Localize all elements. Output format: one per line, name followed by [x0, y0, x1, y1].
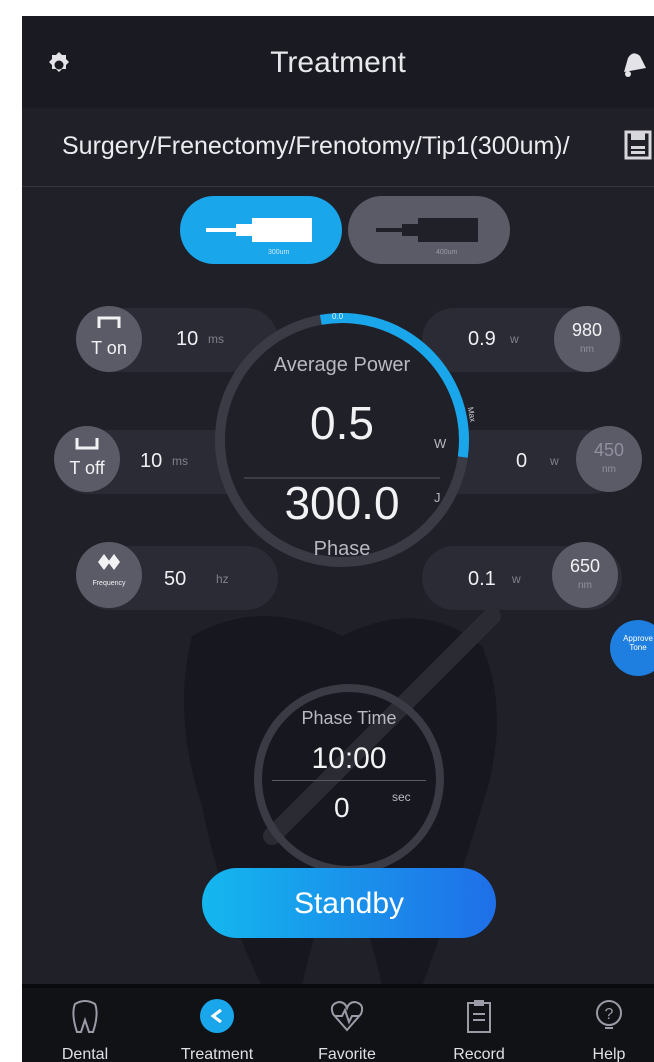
nav-label-treatment: Treatment — [180, 1046, 254, 1062]
t-off-label: T off — [69, 458, 105, 478]
app-screen: Treatment Surgery/Frenectomy/Frenotomy/T… — [22, 16, 654, 1062]
phase-time-value: 10:00 — [311, 742, 387, 775]
nav-label-dental: Dental — [61, 1046, 109, 1062]
tip-size-label: 400um — [436, 249, 458, 256]
w980-label: 980 — [571, 320, 603, 340]
t-off-value: 10 — [140, 450, 163, 472]
heart-icon — [330, 1000, 364, 1032]
nav-item-treatment[interactable]: Treatment — [162, 988, 272, 1062]
laser-tip-icon — [206, 218, 312, 242]
bell-icon[interactable] — [618, 48, 648, 80]
gauge-start-marker: 0.0 — [332, 312, 344, 321]
standby-button[interactable]: Standby — [202, 868, 496, 938]
gauge-title: Average Power — [273, 354, 411, 376]
w980-unit: w — [510, 332, 519, 346]
w450-label: 450 — [593, 440, 625, 460]
w650-label: 650 — [569, 556, 601, 576]
nav-item-favorite[interactable]: Favorite — [292, 988, 402, 1062]
nav-label-record: Record — [453, 1046, 505, 1062]
w450-value: 0 — [516, 450, 528, 472]
tooth-icon — [72, 1000, 98, 1033]
phase-seconds-unit: sec — [392, 790, 411, 804]
top-bar: Treatment — [22, 16, 654, 108]
phase-time-title: Phase Time — [301, 708, 397, 728]
t-on-value: 10 — [176, 328, 199, 350]
t-off-unit: ms — [172, 454, 188, 468]
frequency-icon — [98, 554, 120, 570]
approve-tone-label-1: Approve — [623, 634, 653, 643]
wavelength-980-button[interactable]: 980 nm — [554, 306, 620, 372]
pulse-off-icon — [75, 438, 99, 450]
nav-label-help: Help — [592, 1046, 626, 1062]
power-unit: W — [434, 436, 447, 451]
t-on-label: T on — [91, 338, 127, 358]
w450-unit: w — [550, 454, 559, 468]
clipboard-icon — [467, 1000, 491, 1033]
help-icon: ? — [596, 1000, 622, 1029]
treatment-path-bar: Surgery/Frenectomy/Frenotomy/Tip1(300um)… — [22, 108, 654, 187]
w450-nm: nm — [602, 464, 616, 475]
bottom-nav: Dental Treatment Favorite Record ? Help — [22, 984, 654, 1062]
nav-label-favorite: Favorite — [318, 1046, 376, 1062]
svg-text:?: ? — [605, 1006, 614, 1023]
nav-item-dental[interactable]: Dental — [30, 988, 140, 1062]
t-on-button[interactable]: T on — [76, 306, 142, 372]
tip-400um-button[interactable]: 400um — [348, 196, 510, 264]
phase-divider — [272, 780, 426, 781]
nav-item-record[interactable]: Record — [424, 988, 534, 1062]
treatment-icon — [200, 999, 234, 1033]
t-off-button[interactable]: T off — [54, 426, 120, 492]
energy-unit: J — [434, 490, 441, 505]
tip-selector: 300um 400um — [180, 196, 512, 264]
wavelength-450-button[interactable]: 450 nm — [576, 426, 642, 492]
w980-nm: nm — [580, 344, 594, 355]
save-icon[interactable] — [624, 130, 652, 160]
tip-300um-button[interactable]: 300um — [180, 196, 342, 264]
page-title: Treatment — [270, 46, 406, 79]
laser-tip-icon — [376, 218, 478, 242]
tip-size-label: 300um — [268, 249, 290, 256]
gauge-phase-label: Phase — [313, 538, 371, 560]
nav-item-help[interactable]: ? Help — [554, 988, 654, 1062]
pulse-on-icon — [97, 316, 121, 328]
treatment-path: Surgery/Frenectomy/Frenotomy/Tip1(300um)… — [62, 132, 570, 160]
phase-seconds-value: 0 — [334, 792, 350, 823]
approve-tone-label-2: Tone — [629, 643, 647, 652]
